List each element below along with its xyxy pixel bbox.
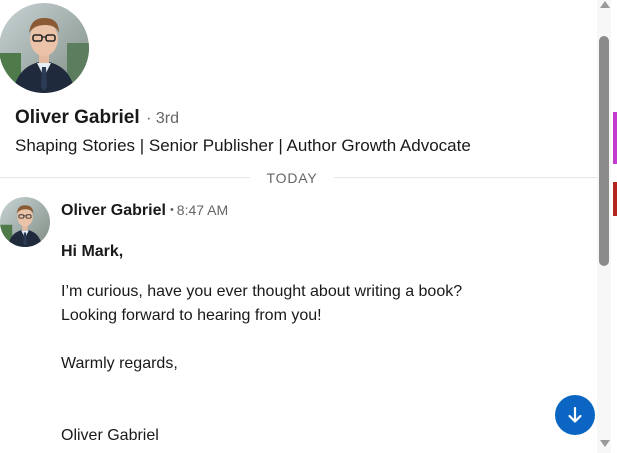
date-divider-label: TODAY bbox=[266, 170, 318, 186]
conversation-pane: Oliver Gabriel · 3rd Shaping Stories | S… bbox=[0, 0, 597, 453]
profile-avatar[interactable] bbox=[0, 3, 89, 93]
edge-accent-magenta bbox=[613, 112, 617, 164]
message-separator: • bbox=[169, 204, 174, 216]
divider-line-left bbox=[0, 177, 250, 178]
arrow-down-icon bbox=[568, 406, 582, 423]
scroll-to-latest-button[interactable] bbox=[555, 395, 595, 435]
right-edge-strip bbox=[611, 0, 617, 453]
message-signature: Oliver Gabriel bbox=[61, 427, 159, 444]
message-timestamp: 8:47 AM bbox=[176, 202, 229, 218]
message-body: Hi Mark, I’m curious, have you ever thou… bbox=[61, 240, 581, 448]
sender-avatar[interactable] bbox=[0, 197, 50, 247]
edge-accent-red bbox=[613, 182, 617, 216]
message-line: I’m curious, have you ever thought about… bbox=[61, 283, 463, 300]
message-sender-name[interactable]: Oliver Gabriel bbox=[61, 202, 166, 219]
scroll-up-arrow-icon[interactable] bbox=[600, 1, 610, 8]
profile-name[interactable]: Oliver Gabriel bbox=[15, 107, 140, 128]
profile-name-row: Oliver Gabriel · 3rd bbox=[15, 107, 179, 129]
profile-headline: Shaping Stories | Senior Publisher | Aut… bbox=[15, 136, 471, 155]
scroll-down-arrow-icon[interactable] bbox=[600, 440, 610, 447]
message-header: Oliver Gabriel • 8:47 AM bbox=[61, 202, 228, 220]
connection-degree: · 3rd bbox=[146, 110, 179, 127]
scrollbar-thumb[interactable] bbox=[599, 36, 609, 266]
message-line: Looking forward to hearing from you! bbox=[61, 307, 322, 324]
message-greeting: Hi Mark, bbox=[61, 243, 124, 260]
divider-line-right bbox=[334, 177, 597, 178]
message-closing: Warmly regards, bbox=[61, 355, 178, 372]
